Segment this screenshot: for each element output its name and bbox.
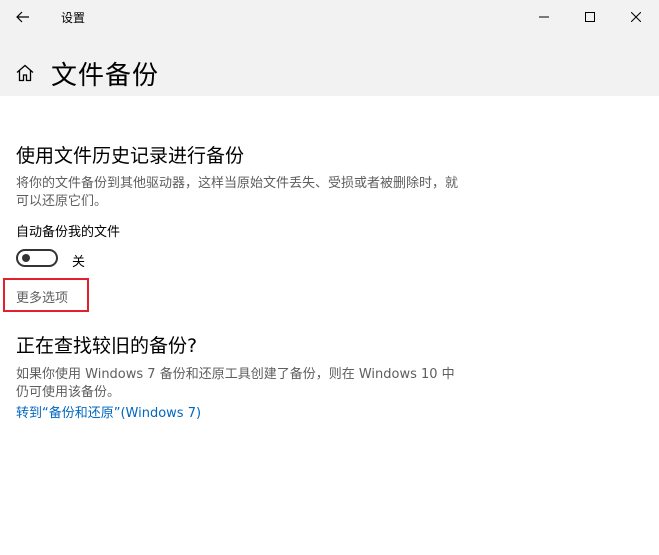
home-button[interactable] bbox=[15, 63, 35, 83]
window-title: 设置 bbox=[61, 11, 86, 25]
auto-backup-label: 自动备份我的文件 bbox=[16, 225, 121, 240]
maximize-button[interactable] bbox=[567, 0, 613, 34]
close-button[interactable] bbox=[613, 0, 659, 34]
maximize-icon bbox=[585, 12, 595, 22]
title-bar: 设置 bbox=[0, 0, 659, 34]
old-backup-description: 如果你使用 Windows 7 备份和还原工具创建了备份，则在 Windows … bbox=[16, 367, 455, 400]
toggle-state-label: 关 bbox=[72, 255, 86, 270]
page-title: 文件备份 bbox=[51, 61, 160, 91]
backup-restore-link[interactable]: 转到“备份和还原”(Windows 7) bbox=[16, 402, 201, 421]
back-button[interactable] bbox=[6, 2, 40, 32]
file-history-description: 将你的文件备份到其他驱动器，这样当原始文件丢失、受损或者被删除时，就可以还原它们… bbox=[16, 176, 459, 209]
auto-backup-toggle[interactable] bbox=[16, 249, 58, 267]
section-title-file-history: 使用文件历史记录进行备份 bbox=[16, 145, 245, 167]
home-icon bbox=[16, 64, 34, 82]
more-options-link[interactable]: 更多选项 bbox=[16, 287, 68, 306]
arrow-left-icon bbox=[16, 11, 29, 23]
minimize-icon bbox=[539, 16, 549, 18]
toggle-knob bbox=[22, 254, 30, 262]
section-title-old-backup: 正在查找较旧的备份? bbox=[16, 335, 198, 357]
close-icon bbox=[631, 12, 641, 22]
minimize-button[interactable] bbox=[521, 0, 567, 34]
